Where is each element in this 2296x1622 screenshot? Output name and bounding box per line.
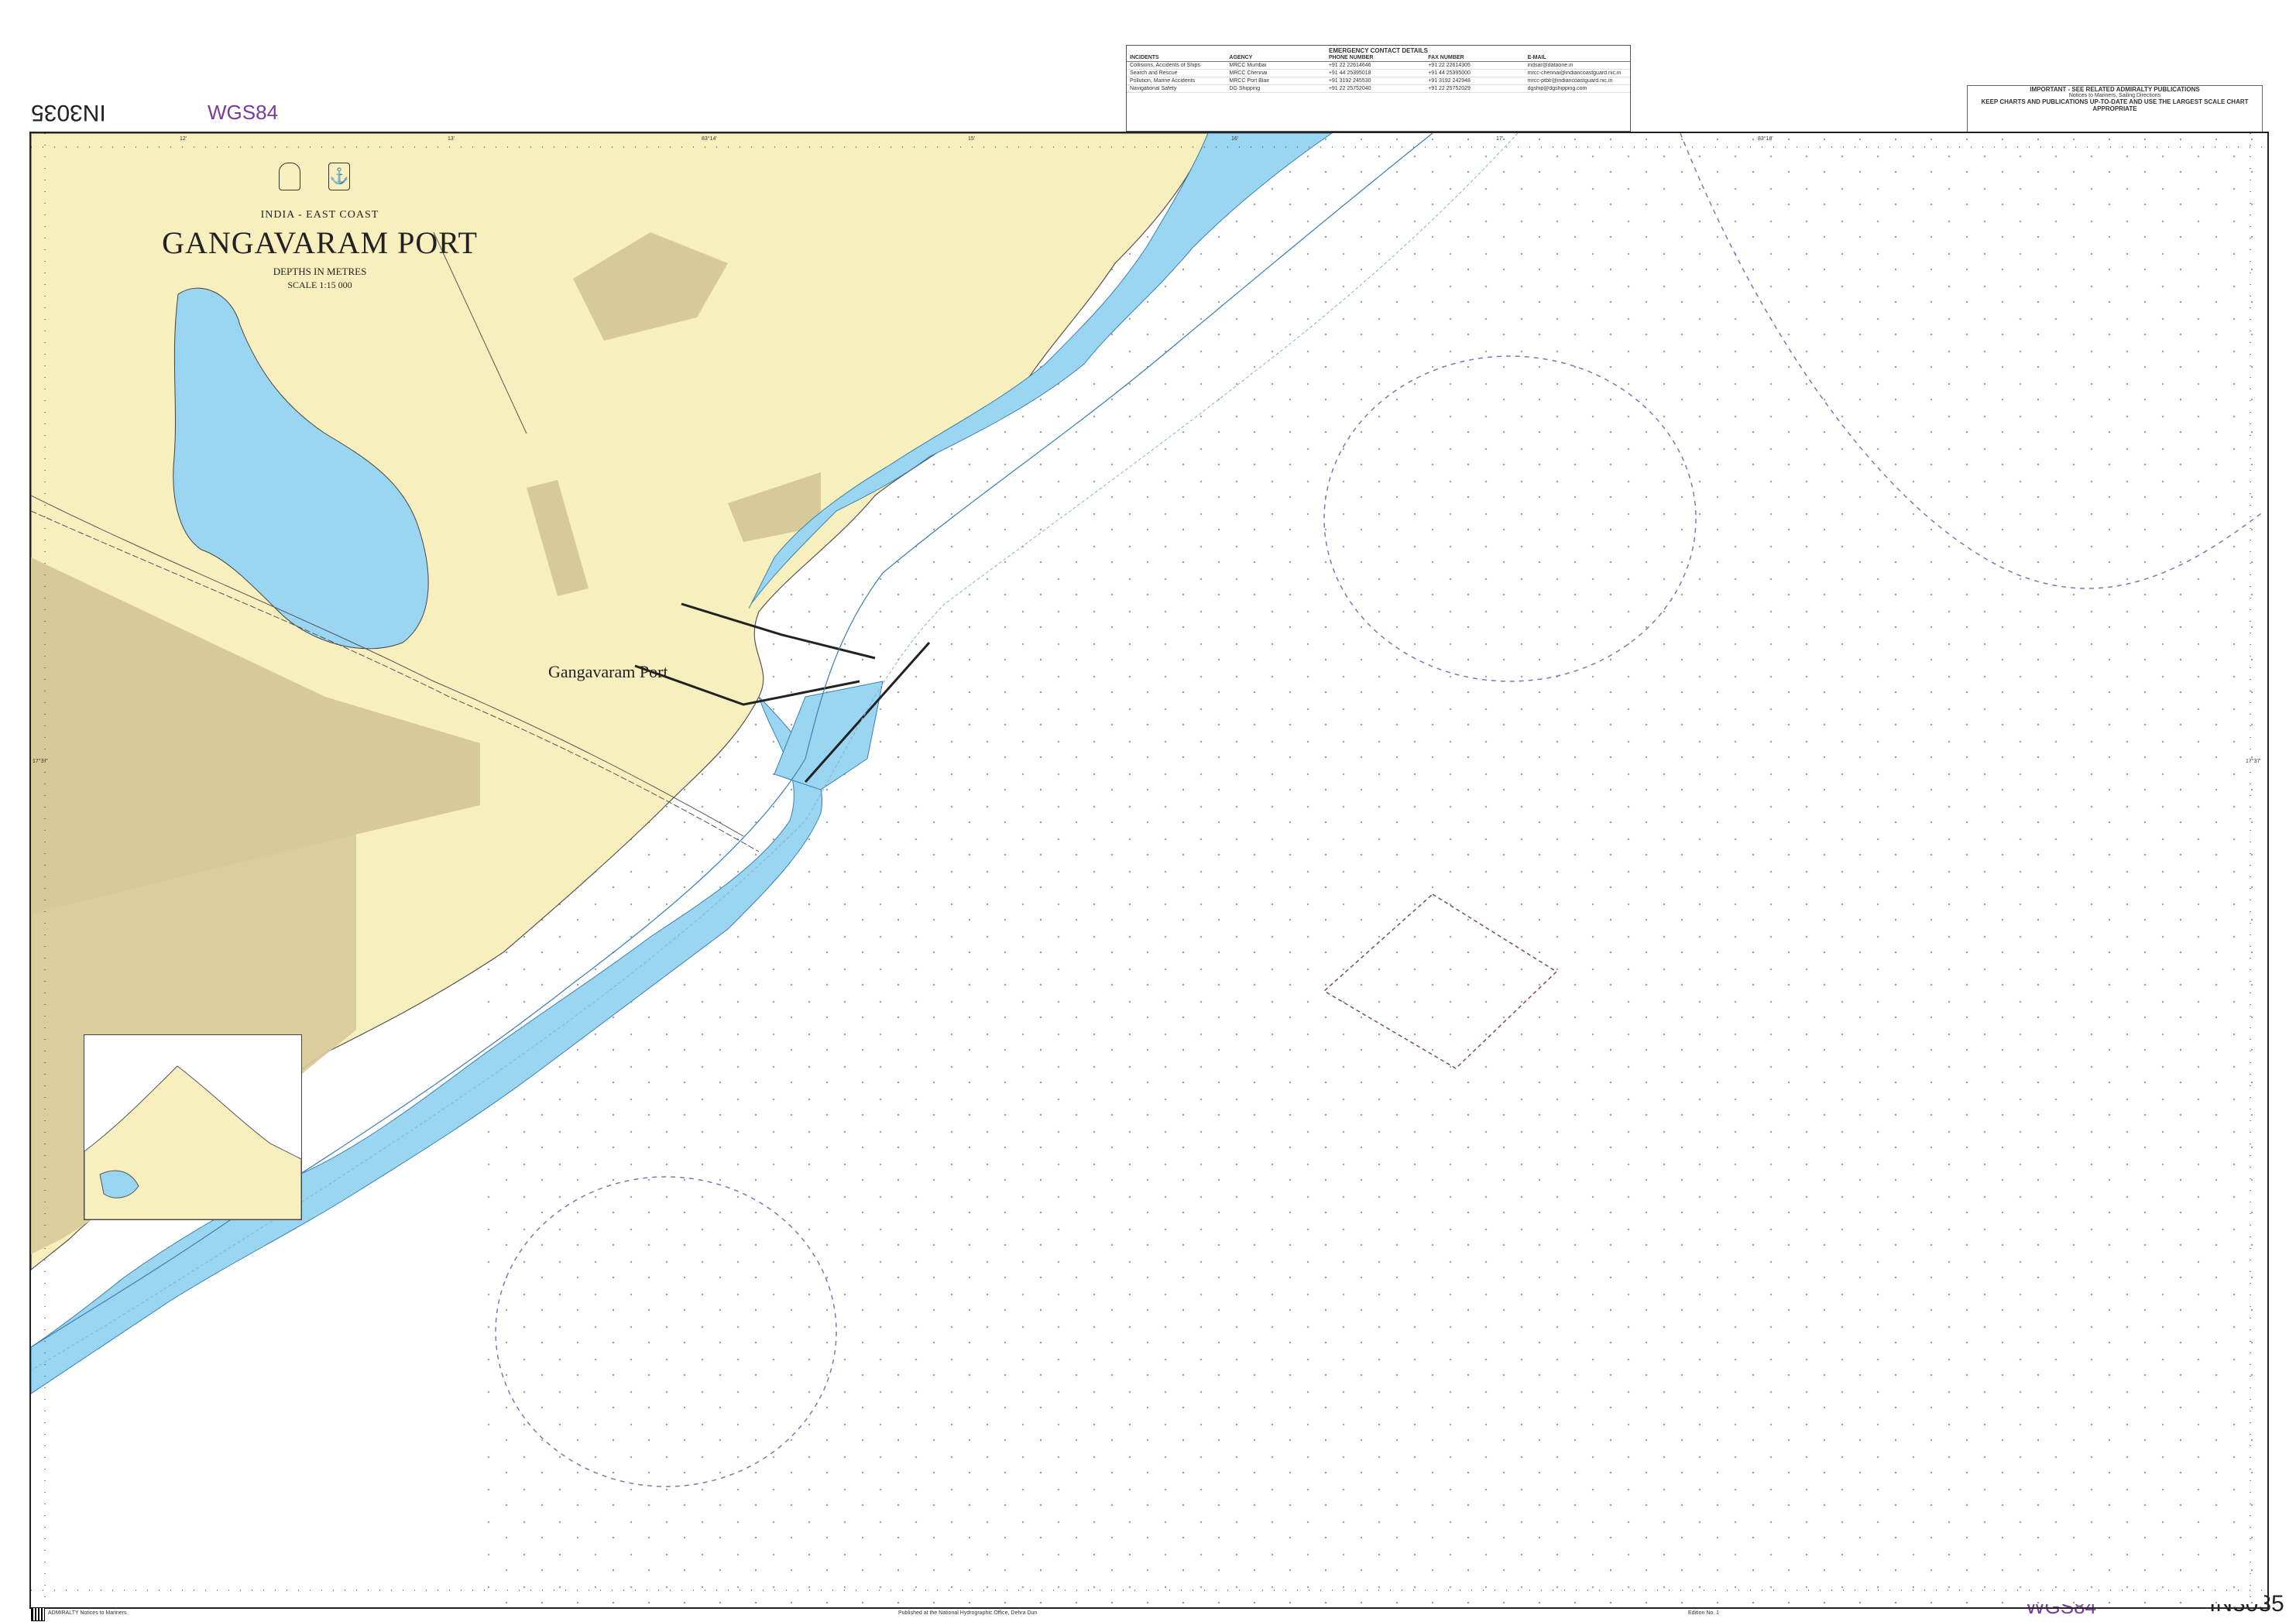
footer-notices: ADMIRALTY Notices to Mariners	[48, 1610, 127, 1616]
longitude-label: 16'	[1231, 136, 1239, 142]
page-title: GANGAVARAM PORT	[162, 225, 478, 260]
inset-map[interactable]	[84, 1034, 302, 1220]
title-depths: DEPTHS IN METRES	[273, 266, 367, 277]
title-region: INDIA - EAST COAST	[260, 209, 379, 221]
emblem-icon	[279, 163, 300, 190]
chart-title-block: INDIA - EAST COAST GANGAVARAM PORT DEPTH…	[153, 209, 486, 291]
longitude-label: 17'	[1496, 136, 1504, 142]
longitude-label: 83°14'	[702, 136, 717, 142]
longitude-label: 12'	[180, 136, 187, 142]
inset-drawing	[84, 1035, 302, 1220]
title-scale: SCALE 1:15 000	[287, 279, 352, 290]
port-label[interactable]: Gangavaram Port	[548, 662, 668, 682]
chart-frame	[29, 132, 2269, 1609]
footer-edition: Edition No. 1	[1688, 1610, 1720, 1616]
qr-code-icon[interactable]	[31, 1607, 45, 1621]
anchor-crest-icon: ⚓	[328, 163, 350, 190]
latitude-label: 17°37'	[2246, 759, 2261, 764]
longitude-label: 15'	[968, 136, 976, 142]
longitude-label: 83°18'	[1758, 136, 1773, 142]
latitude-label: 17°37'	[33, 759, 48, 764]
longitude-label: 13'	[448, 136, 455, 142]
footer-publisher: Published at the National Hydrographic O…	[898, 1610, 1038, 1616]
